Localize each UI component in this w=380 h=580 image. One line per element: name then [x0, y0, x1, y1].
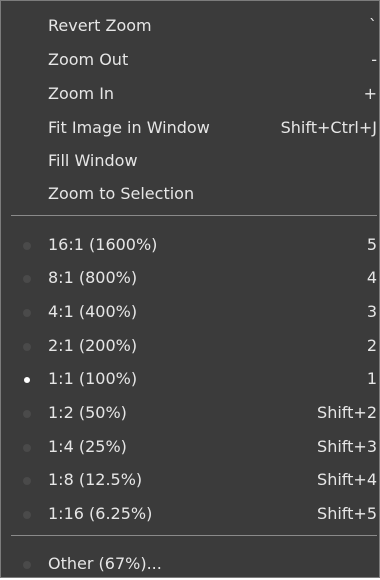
- menu-item-zoom-50[interactable]: 1:2 (50%) Shift+2: [1, 397, 379, 429]
- menu-item-zoom-to-selection[interactable]: Zoom to Selection: [1, 178, 379, 210]
- menu-item-zoom-100[interactable]: 1:1 (100%) 1: [1, 363, 379, 395]
- menu-item-shortcut: 4: [366, 268, 377, 287]
- menu-item-shortcut: 1: [366, 369, 377, 388]
- menu-item-label: 8:1 (800%): [48, 268, 138, 287]
- menu-item-shortcut: Shift+Ctrl+J: [280, 118, 377, 137]
- menu-item-label: 2:1 (200%): [48, 336, 138, 355]
- menu-item-shortcut: 2: [366, 336, 377, 355]
- radio-indicator-icon: [23, 309, 31, 317]
- menu-item-shortcut: Shift+2: [317, 403, 377, 422]
- radio-selected-icon: [24, 377, 30, 383]
- menu-item-label: 4:1 (400%): [48, 302, 138, 321]
- menu-item-shortcut: Shift+3: [317, 437, 377, 456]
- menu-item-label: 1:16 (6.25%): [48, 504, 153, 523]
- radio-indicator-icon: [23, 561, 31, 569]
- menu-item-zoom-800[interactable]: 8:1 (800%) 4: [1, 262, 379, 294]
- menu-item-label: Fill Window: [48, 151, 138, 170]
- menu-item-shortcut: 5: [366, 235, 377, 254]
- menu-item-shortcut: Shift+5: [317, 504, 377, 523]
- menu-item-label: 16:1 (1600%): [48, 235, 158, 254]
- menu-separator: [11, 535, 377, 536]
- menu-item-label: 1:8 (12.5%): [48, 470, 143, 489]
- radio-indicator-icon: [23, 242, 31, 250]
- menu-item-fill-window[interactable]: Fill Window: [1, 145, 379, 177]
- menu-item-revert-zoom[interactable]: Revert Zoom `: [1, 10, 379, 42]
- menu-item-label: Revert Zoom: [48, 16, 152, 35]
- menu-item-label: Fit Image in Window: [48, 118, 210, 137]
- menu-item-label: Zoom to Selection: [48, 184, 195, 203]
- menu-item-zoom-12-5[interactable]: 1:8 (12.5%) Shift+4: [1, 464, 379, 496]
- menu-item-zoom-6-25[interactable]: 1:16 (6.25%) Shift+5: [1, 498, 379, 530]
- menu-item-label: Zoom Out: [48, 50, 129, 69]
- menu-separator: [11, 215, 377, 216]
- radio-indicator-icon: [23, 511, 31, 519]
- menu-item-label: 1:1 (100%): [48, 369, 138, 388]
- menu-item-label: Zoom In: [48, 84, 115, 103]
- radio-indicator-icon: [23, 444, 31, 452]
- menu-item-shortcut: `: [369, 16, 377, 35]
- menu-item-label: Other (67%)...: [48, 554, 162, 573]
- radio-indicator-icon: [23, 343, 31, 351]
- menu-item-other-zoom[interactable]: Other (67%)...: [1, 548, 379, 580]
- menu-item-shortcut: Shift+4: [317, 470, 377, 489]
- zoom-menu: Revert Zoom ` Zoom Out - Zoom In + Fit I…: [0, 0, 380, 578]
- menu-item-label: 1:2 (50%): [48, 403, 127, 422]
- menu-item-zoom-200[interactable]: 2:1 (200%) 2: [1, 330, 379, 362]
- menu-item-zoom-400[interactable]: 4:1 (400%) 3: [1, 296, 379, 328]
- menu-item-shortcut: -: [371, 50, 377, 69]
- menu-item-label: 1:4 (25%): [48, 437, 127, 456]
- menu-item-zoom-in[interactable]: Zoom In +: [1, 78, 379, 110]
- menu-item-zoom-1600[interactable]: 16:1 (1600%) 5: [1, 229, 379, 261]
- menu-item-zoom-25[interactable]: 1:4 (25%) Shift+3: [1, 431, 379, 463]
- radio-indicator-icon: [23, 477, 31, 485]
- menu-item-shortcut: 3: [366, 302, 377, 321]
- menu-item-zoom-out[interactable]: Zoom Out -: [1, 44, 379, 76]
- menu-item-fit-image-in-window[interactable]: Fit Image in Window Shift+Ctrl+J: [1, 112, 379, 144]
- menu-item-shortcut: +: [363, 84, 377, 103]
- radio-indicator-icon: [23, 275, 31, 283]
- radio-indicator-icon: [23, 410, 31, 418]
